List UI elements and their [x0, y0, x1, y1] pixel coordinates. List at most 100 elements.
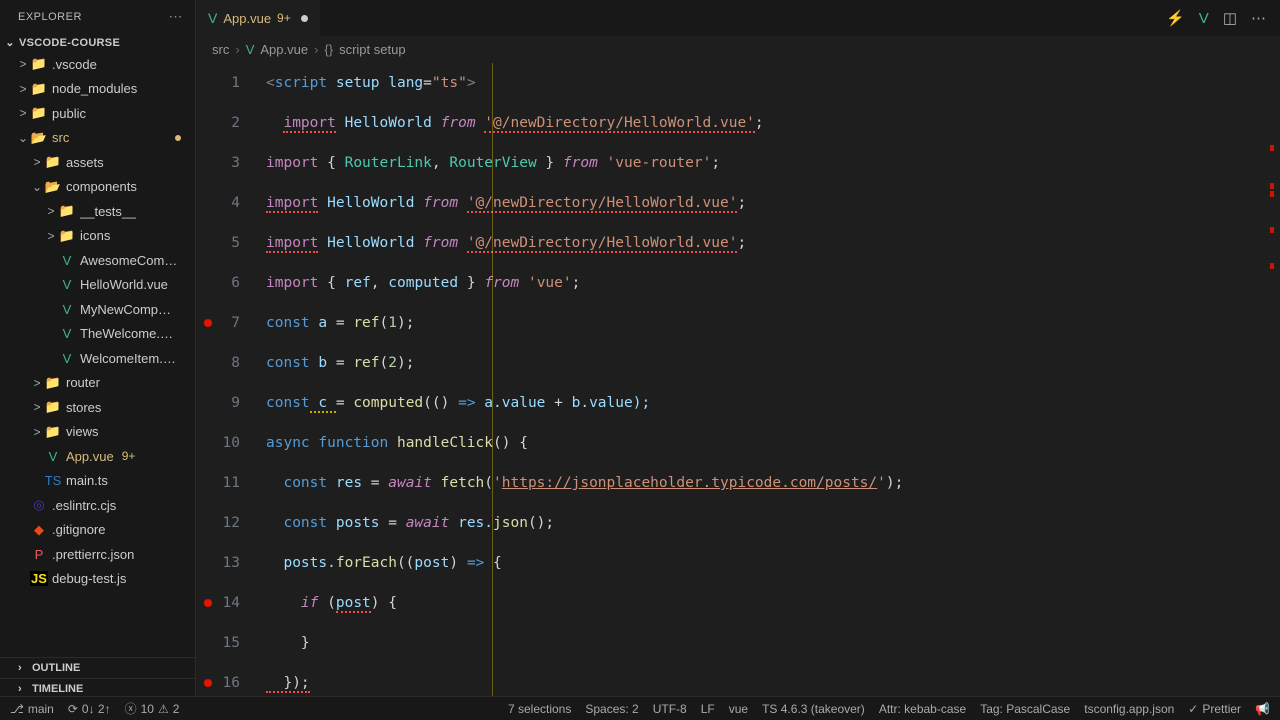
split-editor-icon[interactable]: ◫ — [1223, 9, 1237, 27]
tree-item[interactable]: >📁icons — [0, 224, 195, 249]
tree-item[interactable]: >📁stores — [0, 395, 195, 420]
problems[interactable]: ⓧ10 ⚠2 — [125, 700, 180, 717]
tree-item[interactable]: >📁__tests__ — [0, 199, 195, 224]
breadcrumb-segment[interactable]: src — [212, 42, 229, 57]
tree-item-label: WelcomeItem.… — [80, 351, 176, 366]
tree-item-label: .prettierrc.json — [52, 547, 134, 562]
git-branch[interactable]: ⎇main — [10, 702, 54, 716]
tree-item[interactable]: VTheWelcome.… — [0, 322, 195, 347]
tree-item[interactable]: >📁.vscode — [0, 52, 195, 77]
tree-item[interactable]: VApp.vue9+ — [0, 444, 195, 469]
feedback-icon[interactable]: 📢 — [1255, 702, 1270, 716]
line-number[interactable]: 15 — [196, 623, 240, 663]
line-number[interactable]: 7 — [196, 303, 240, 343]
tree-item[interactable]: VAwesomeCom… — [0, 248, 195, 273]
code-content[interactable]: <script setup lang="ts"> import HelloWor… — [266, 63, 1280, 720]
tree-item-label: MyNewComp… — [80, 302, 171, 317]
tree-item[interactable]: JSdebug-test.js — [0, 567, 195, 592]
breakpoint-icon[interactable] — [204, 679, 212, 687]
line-number[interactable]: 10 — [196, 423, 240, 463]
tree-item[interactable]: VHelloWorld.vue — [0, 273, 195, 298]
line-number[interactable]: 3 — [196, 143, 240, 183]
attr-case-status[interactable]: Attr: kebab-case — [879, 702, 966, 716]
tree-item[interactable]: VWelcomeItem.… — [0, 346, 195, 371]
tree-item-label: .vscode — [52, 57, 97, 72]
warning-icon: ⚠ — [158, 702, 169, 716]
chevron-icon: > — [44, 204, 58, 218]
line-number[interactable]: 12 — [196, 503, 240, 543]
eol-status[interactable]: LF — [701, 702, 715, 716]
tree-item-label: views — [66, 424, 99, 439]
tree-item-label: debug-test.js — [52, 571, 126, 586]
tree-item[interactable]: P .prettierrc.json — [0, 542, 195, 567]
project-name: VSCODE-COURSE — [19, 37, 120, 49]
tree-item[interactable]: V MyNewComp… — [0, 297, 195, 322]
tree-item[interactable]: >📁node_modules — [0, 77, 195, 102]
tree-item[interactable]: >📁assets — [0, 150, 195, 175]
explorer-more-icon[interactable]: ⋯ — [169, 8, 184, 25]
line-number[interactable]: 6 — [196, 263, 240, 303]
tree-item-label: icons — [80, 228, 110, 243]
line-number[interactable]: 5 — [196, 223, 240, 263]
tree-item[interactable]: >📁router — [0, 371, 195, 396]
line-number[interactable]: 11 — [196, 463, 240, 503]
tree-item[interactable]: >📁public — [0, 101, 195, 126]
vue-icon: V — [208, 10, 217, 26]
chevron-icon: > — [30, 376, 44, 390]
breadcrumb[interactable]: src › V App.vue › {} script setup — [196, 36, 1280, 63]
tree-item-label: stores — [66, 400, 101, 415]
line-gutter[interactable]: 12345678910111213141516 — [196, 63, 266, 720]
tree-item-label: components — [66, 179, 137, 194]
sidebar-section[interactable]: ›OUTLINE — [0, 657, 195, 678]
code-editor[interactable]: 12345678910111213141516 <script setup la… — [196, 63, 1280, 720]
line-number[interactable]: 1 — [196, 63, 240, 103]
tree-item[interactable]: >📁views — [0, 420, 195, 445]
vue-devtools-icon[interactable]: V — [1199, 10, 1209, 27]
more-actions-icon[interactable]: ⋯ — [1251, 9, 1266, 27]
spaces-status[interactable]: Spaces: 2 — [585, 702, 638, 716]
chevron-right-icon: › — [18, 683, 28, 695]
line-number[interactable]: 4 — [196, 183, 240, 223]
tab-app-vue[interactable]: V App.vue 9+ — [196, 0, 321, 36]
vue-icon: V — [246, 42, 255, 57]
tsconfig-status[interactable]: tsconfig.app.json — [1084, 702, 1174, 716]
project-header[interactable]: ⌄ VSCODE-COURSE — [0, 33, 195, 52]
tree-item[interactable]: ◎ .eslintrc.cjs — [0, 493, 195, 518]
breakpoint-icon[interactable] — [204, 319, 212, 327]
chevron-icon: > — [44, 229, 58, 243]
line-number[interactable]: 8 — [196, 343, 240, 383]
line-number[interactable]: 13 — [196, 543, 240, 583]
encoding-status[interactable]: UTF-8 — [653, 702, 687, 716]
editor-ruler — [492, 63, 493, 720]
line-number[interactable]: 9 — [196, 383, 240, 423]
tree-item[interactable]: ◆.gitignore — [0, 518, 195, 543]
file-icon: 📁 — [30, 81, 48, 97]
tag-case-status[interactable]: Tag: PascalCase — [980, 702, 1070, 716]
language-status[interactable]: vue — [729, 702, 748, 716]
line-number[interactable]: 14 — [196, 583, 240, 623]
breadcrumb-segment[interactable]: App.vue — [260, 42, 308, 57]
breadcrumb-segment[interactable]: script setup — [339, 42, 405, 57]
git-sync[interactable]: ⟳0↓ 2↑ — [68, 702, 111, 716]
tree-item[interactable]: TSmain.ts — [0, 469, 195, 494]
file-icon: 📁 — [44, 399, 62, 415]
ts-version-status[interactable]: TS 4.6.3 (takeover) — [762, 702, 865, 716]
tree-item-label: .eslintrc.cjs — [52, 498, 116, 513]
tree-item-label: TheWelcome.… — [80, 326, 173, 341]
chevron-icon: ⌄ — [16, 131, 30, 145]
prettier-status[interactable]: ✓ Prettier — [1188, 702, 1241, 716]
line-number[interactable]: 2 — [196, 103, 240, 143]
chevron-icon: > — [16, 82, 30, 96]
file-icon: ◎ — [30, 497, 48, 513]
tree-item-label: src — [52, 130, 69, 145]
file-icon: P — [30, 547, 48, 562]
minimap[interactable] — [1196, 133, 1274, 720]
chevron-icon: > — [16, 106, 30, 120]
tree-item[interactable]: ⌄📂src — [0, 126, 195, 151]
breakpoint-icon[interactable] — [204, 599, 212, 607]
tree-item-label: __tests__ — [80, 204, 136, 219]
selections-status[interactable]: 7 selections — [508, 702, 571, 716]
tree-item[interactable]: ⌄📂components — [0, 175, 195, 200]
vite-icon[interactable]: ⚡ — [1166, 9, 1185, 27]
file-icon: V — [58, 302, 76, 317]
